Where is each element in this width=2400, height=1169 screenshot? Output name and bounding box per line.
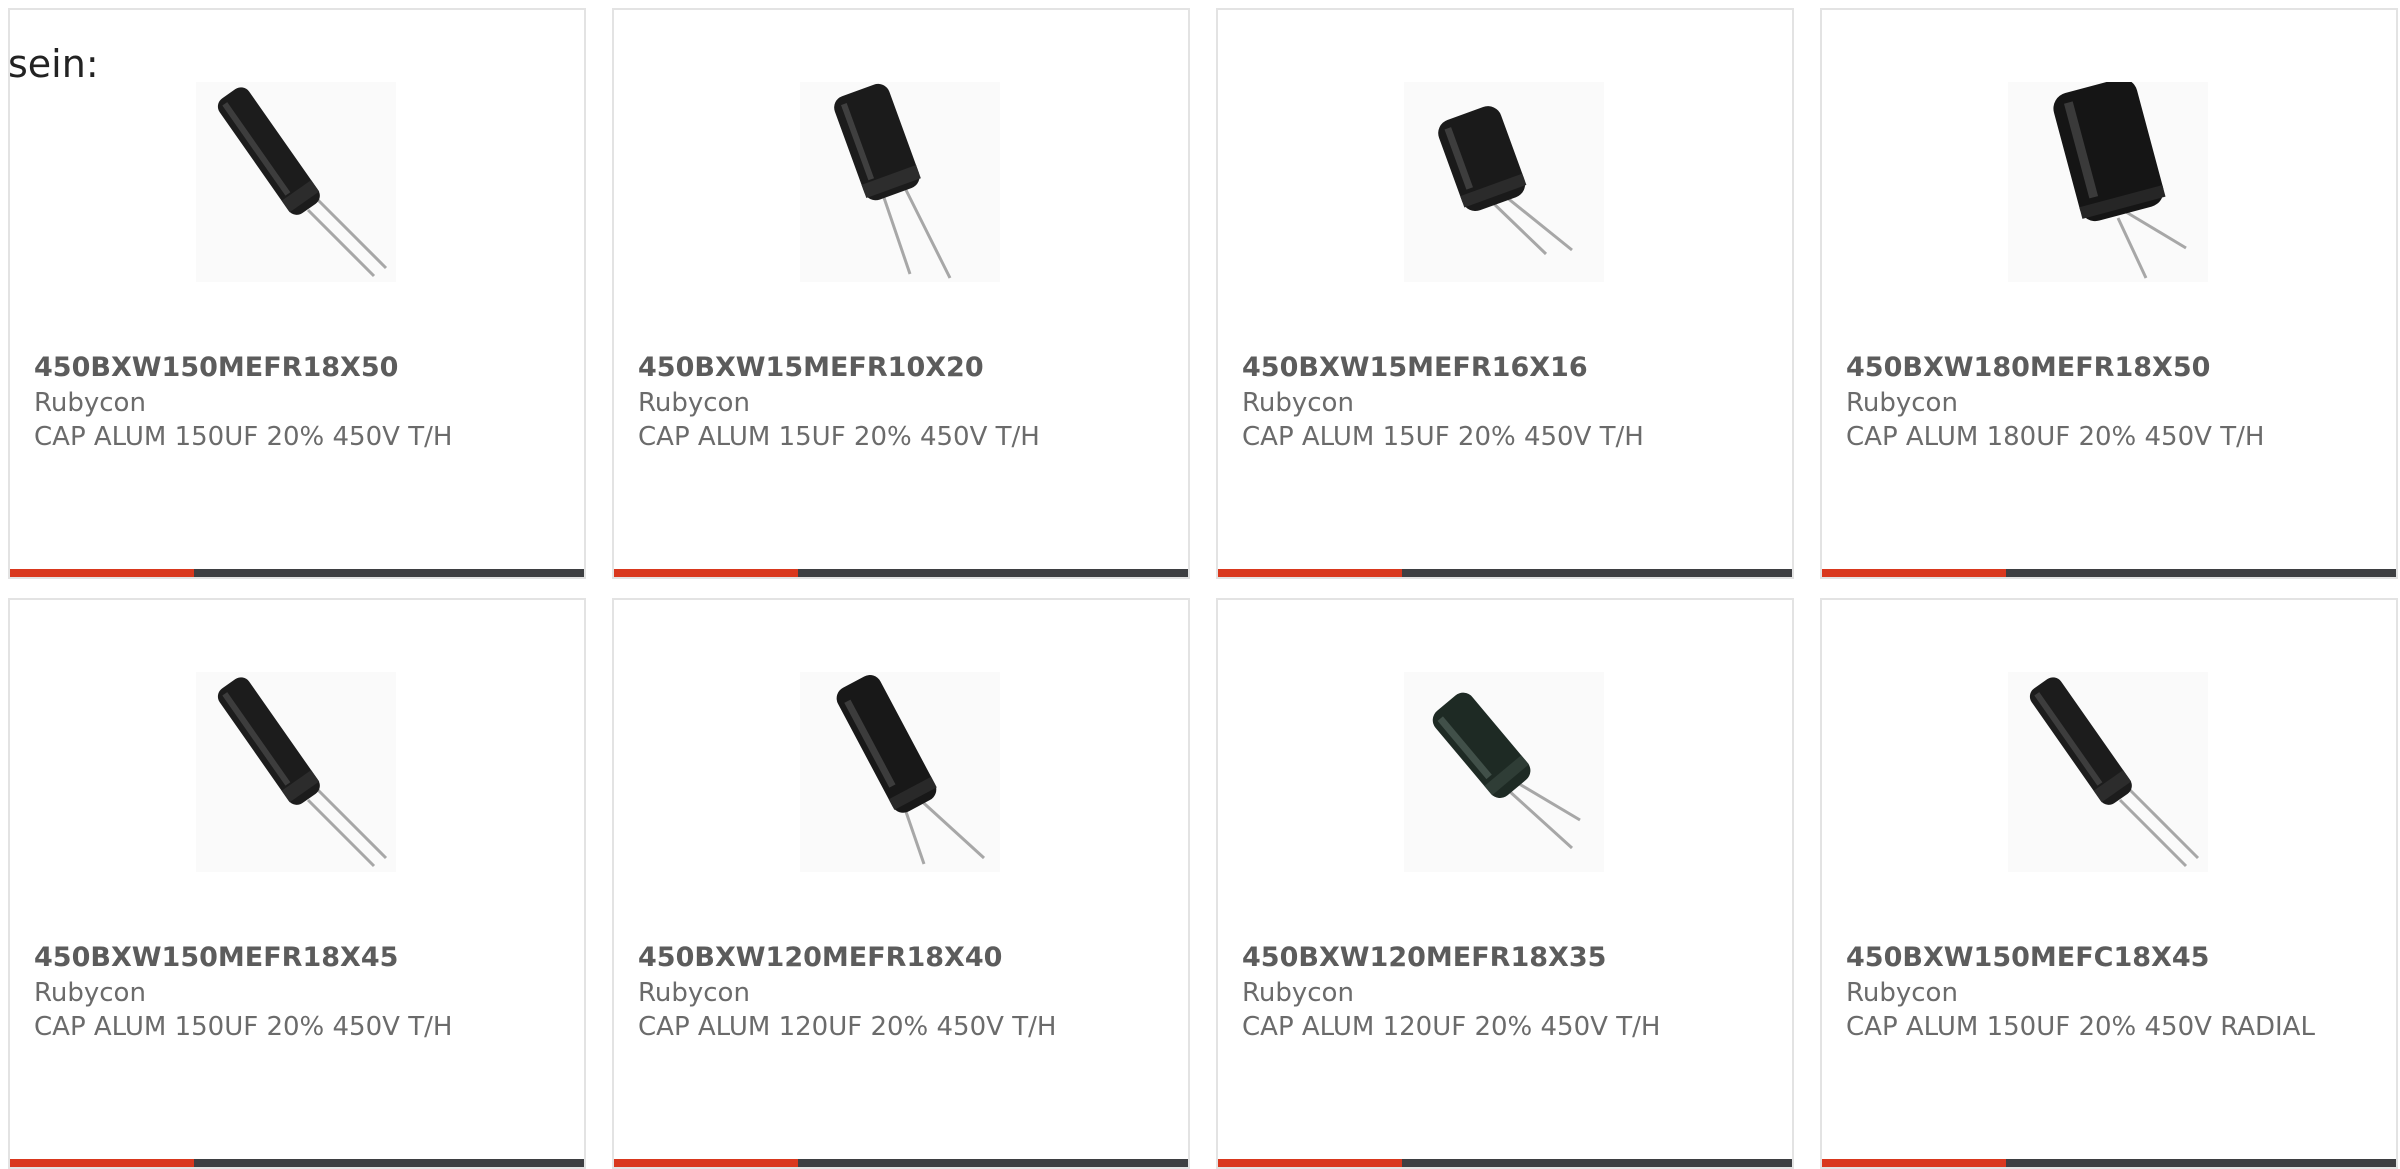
card-footer-bar bbox=[10, 1159, 584, 1167]
manufacturer-name: Rubycon bbox=[638, 388, 750, 418]
part-number[interactable]: 450BXW180MEFR18X50 bbox=[1846, 350, 2376, 386]
product-card[interactable]: 450BXW150MEFR18X45 Rubycon CAP ALUM 150U… bbox=[8, 598, 586, 1169]
product-description: CAP ALUM 120UF 20% 450V T/H bbox=[1242, 1012, 1661, 1042]
part-number[interactable]: 450BXW150MEFR18X50 bbox=[34, 350, 564, 386]
capacitor-image-icon bbox=[2008, 672, 2208, 872]
card-footer-accent bbox=[614, 1159, 798, 1167]
card-footer-accent bbox=[1822, 1159, 2006, 1167]
part-number[interactable]: 450BXW15MEFR10X20 bbox=[638, 350, 1168, 386]
product-description: CAP ALUM 150UF 20% 450V T/H bbox=[34, 422, 453, 452]
product-description: CAP ALUM 15UF 20% 450V T/H bbox=[1242, 422, 1644, 452]
capacitor-image-icon bbox=[196, 82, 396, 282]
product-card[interactable]: 450BXW150MEFC18X45 Rubycon CAP ALUM 150U… bbox=[1820, 598, 2398, 1169]
product-description: CAP ALUM 150UF 20% 450V T/H bbox=[34, 1012, 453, 1042]
product-description: CAP ALUM 120UF 20% 450V T/H bbox=[638, 1012, 1057, 1042]
part-number[interactable]: 450BXW120MEFR18X35 bbox=[1242, 940, 1772, 976]
capacitor-image-icon bbox=[1404, 82, 1604, 282]
card-footer-bar bbox=[614, 569, 1188, 577]
manufacturer-name: Rubycon bbox=[34, 388, 146, 418]
capacitor-image-icon bbox=[196, 672, 396, 872]
card-footer-bar bbox=[614, 1159, 1188, 1167]
manufacturer-name: Rubycon bbox=[34, 978, 146, 1008]
product-card[interactable]: 450BXW120MEFR18X35 Rubycon CAP ALUM 120U… bbox=[1216, 598, 1794, 1169]
product-card[interactable]: 450BXW15MEFR16X16 Rubycon CAP ALUM 15UF … bbox=[1216, 8, 1794, 579]
manufacturer-name: Rubycon bbox=[1846, 978, 1958, 1008]
product-grid: 450BXW150MEFR18X50 Rubycon CAP ALUM 150U… bbox=[8, 8, 2400, 1169]
manufacturer-name: Rubycon bbox=[1242, 388, 1354, 418]
capacitor-image-icon bbox=[1404, 672, 1604, 872]
product-card[interactable]: 450BXW120MEFR18X40 Rubycon CAP ALUM 120U… bbox=[612, 598, 1190, 1169]
card-footer-bar bbox=[1218, 1159, 1792, 1167]
card-footer-bar bbox=[10, 569, 584, 577]
card-footer-accent bbox=[10, 569, 194, 577]
product-card[interactable]: 450BXW15MEFR10X20 Rubycon CAP ALUM 15UF … bbox=[612, 8, 1190, 579]
card-footer-bar bbox=[1822, 569, 2396, 577]
manufacturer-name: Rubycon bbox=[1846, 388, 1958, 418]
product-card[interactable]: 450BXW150MEFR18X50 Rubycon CAP ALUM 150U… bbox=[8, 8, 586, 579]
card-footer-accent bbox=[614, 569, 798, 577]
card-footer-accent bbox=[1218, 569, 1402, 577]
capacitor-image-icon bbox=[800, 672, 1000, 872]
card-footer-accent bbox=[10, 1159, 194, 1167]
intro-text: sein: bbox=[8, 42, 99, 86]
product-description: CAP ALUM 15UF 20% 450V T/H bbox=[638, 422, 1040, 452]
product-description: CAP ALUM 150UF 20% 450V RADIAL bbox=[1846, 1012, 2315, 1042]
card-footer-bar bbox=[1822, 1159, 2396, 1167]
capacitor-image-icon bbox=[2008, 82, 2208, 282]
manufacturer-name: Rubycon bbox=[1242, 978, 1354, 1008]
card-footer-bar bbox=[1218, 569, 1792, 577]
manufacturer-name: Rubycon bbox=[638, 978, 750, 1008]
product-card[interactable]: 450BXW180MEFR18X50 Rubycon CAP ALUM 180U… bbox=[1820, 8, 2398, 579]
card-footer-accent bbox=[1822, 569, 2006, 577]
card-footer-accent bbox=[1218, 1159, 1402, 1167]
capacitor-image-icon bbox=[800, 82, 1000, 282]
part-number[interactable]: 450BXW15MEFR16X16 bbox=[1242, 350, 1772, 386]
part-number[interactable]: 450BXW150MEFR18X45 bbox=[34, 940, 564, 976]
part-number[interactable]: 450BXW120MEFR18X40 bbox=[638, 940, 1168, 976]
product-description: CAP ALUM 180UF 20% 450V T/H bbox=[1846, 422, 2265, 452]
part-number[interactable]: 450BXW150MEFC18X45 bbox=[1846, 940, 2376, 976]
